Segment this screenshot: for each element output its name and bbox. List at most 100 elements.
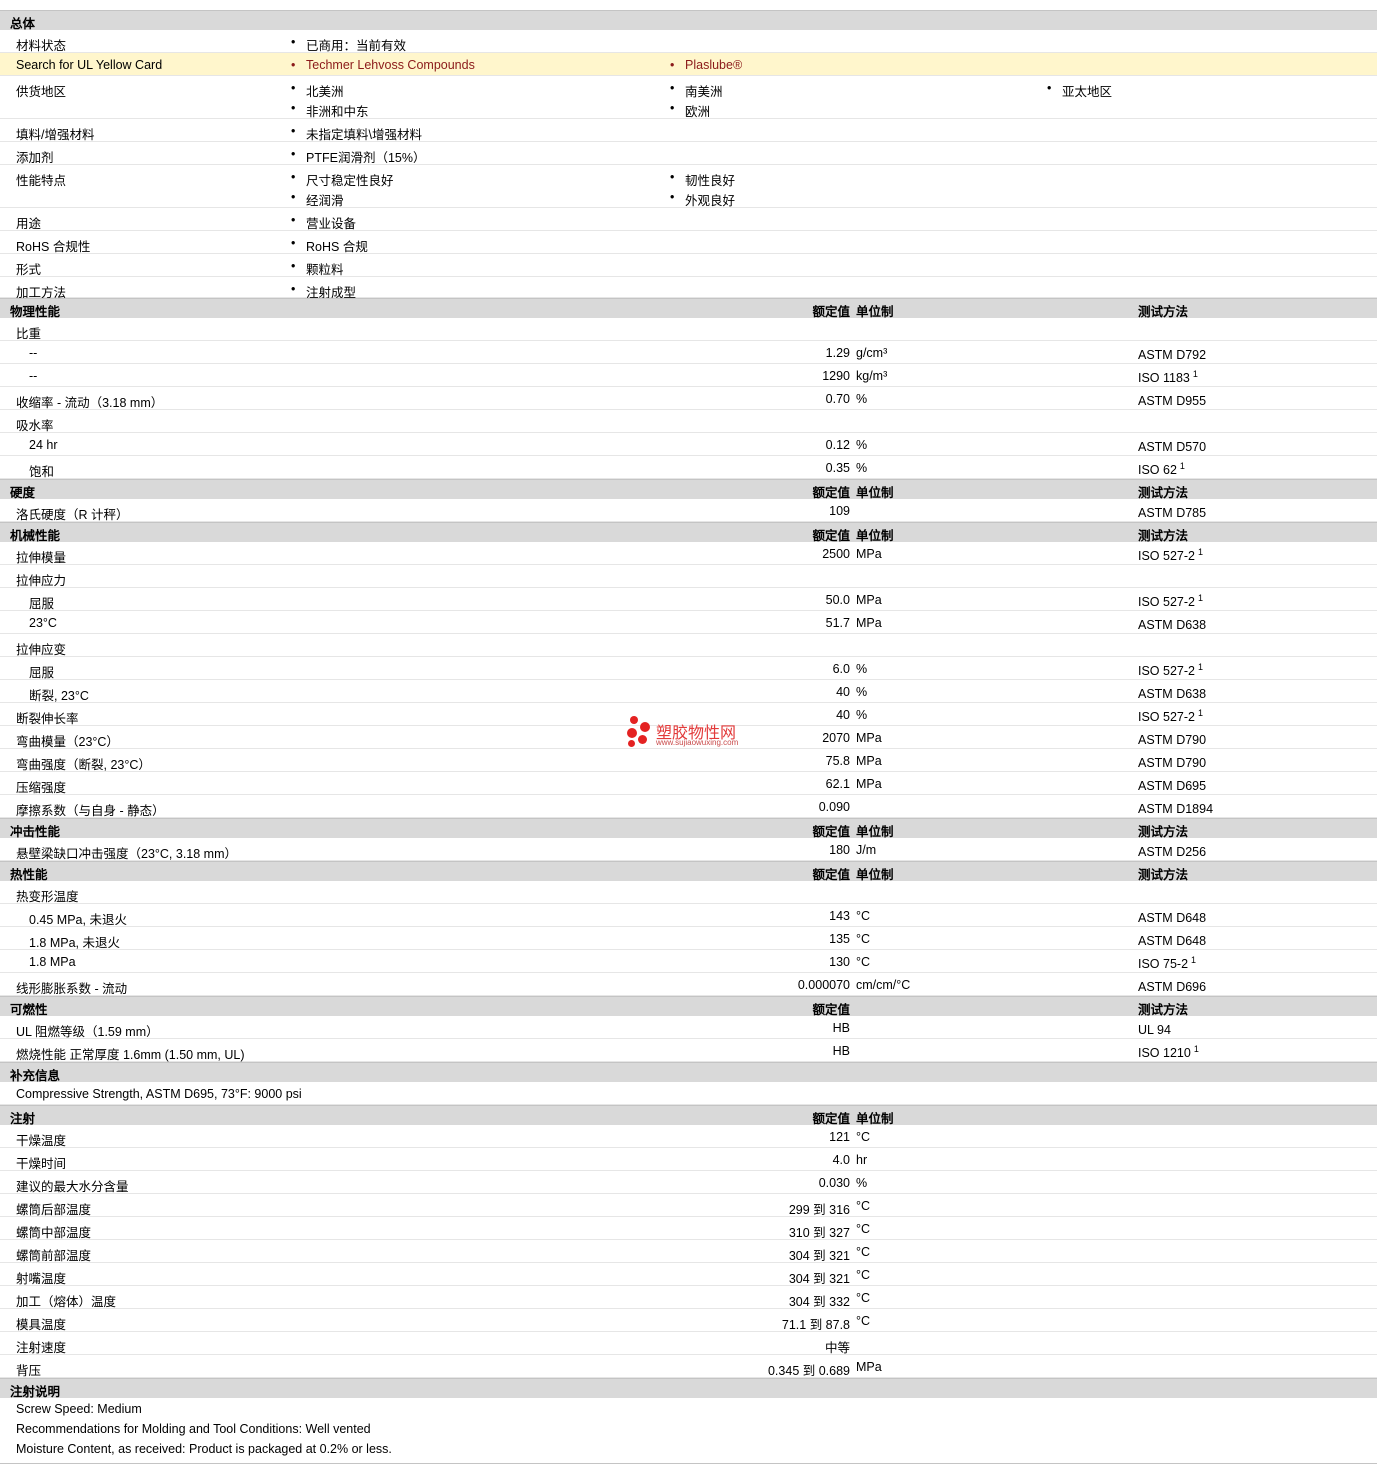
prop-label: 热变形温度: [16, 890, 79, 904]
test-method-text: ASTM D570: [1138, 440, 1207, 455]
general-status-row: 材料状态 已商用：当前有效: [0, 30, 1377, 53]
test-method-text: ISO 62: [1138, 463, 1177, 478]
prop-item: 已商用：当前有效: [291, 35, 406, 54]
prop-value: HB: [832, 1021, 850, 1035]
ul-supplier-link[interactable]: Techmer Lehvoss Compounds: [291, 58, 475, 72]
general-region-row: 供货地区 北美洲 南美洲 亚太地区 非洲和中东 欧洲: [0, 76, 1377, 119]
prop-value: 299 到 316: [788, 1203, 850, 1217]
impact-rows: 悬壁梁缺口冲击强度（23°C, 3.18 mm） 180 J/m ASTM D256: [0, 838, 1377, 861]
injection-row: 加工（熔体）温度 304 到 332 °C: [0, 1286, 1377, 1309]
prop-item: 未指定填料\增强材料: [291, 124, 422, 143]
prop-label: 压缩强度: [16, 781, 67, 795]
prop-item: PTFE润滑剂（15%）: [291, 147, 425, 166]
mechanical-row: 摩擦系数（与自身 - 静态） 0.090 ASTM D1894: [0, 795, 1377, 818]
hardness-rows: 洛氏硬度（R 计秤） 109 ASTM D785: [0, 499, 1377, 522]
injection-row: 螺筒后部温度 299 到 316 °C: [0, 1194, 1377, 1217]
prop-item: 颗粒料: [291, 259, 344, 278]
test-method-text: ASTM D638: [1138, 687, 1207, 702]
prop-value: 310 到 327: [788, 1226, 850, 1240]
general-rohs-row: RoHS 合规性 RoHS 合规: [0, 231, 1377, 254]
test-method-text: UL 94: [1138, 1023, 1171, 1038]
test-method-text: ASTM D696: [1138, 980, 1207, 995]
general-additive-row: 添加剂 PTFE润滑剂（15%）: [0, 142, 1377, 165]
prop-label: 供货地区: [16, 85, 67, 99]
physical-row: 24 hr 0.12% ASTM D570: [0, 433, 1377, 456]
prop-value: 304 到 321: [788, 1272, 850, 1286]
physical-row: -- 1.29 g/cm³ ASTM D792: [0, 341, 1377, 364]
prop-test-method: ASTM D790: [1138, 731, 1209, 747]
thermal-rows: 热变形温度 0.45 MPa, 未退火 143 °C ASTM D648 1.8 MPa,…: [0, 881, 1377, 996]
prop-label: 用途: [16, 217, 42, 231]
prop-label: 洛氏硬度（R 计秤）: [16, 508, 129, 522]
prop-test-method: ASTM D790: [1138, 754, 1209, 770]
prop-unit: MPa: [856, 547, 882, 561]
prop-label: 饱和: [29, 465, 55, 479]
physical-row: -- 1290 kg/m³ ISO 1183 1: [0, 364, 1377, 387]
prop-unit: MPa: [856, 616, 882, 630]
footnote-marker: 1: [1191, 955, 1197, 965]
prop-label: 填料/增强材料: [16, 128, 95, 142]
prop-test-method: ASTM D648: [1138, 932, 1209, 948]
prop-label: 燃烧性能 正常厚度 1.6mm (1.50 mm, UL): [16, 1048, 245, 1062]
prop-label: 1.8 MPa: [29, 955, 76, 969]
prop-test-method: [1138, 639, 1141, 655]
prop-unit: kg/m³: [856, 369, 888, 383]
prop-test-method: ISO 75-2 1: [1138, 955, 1196, 971]
prop-test-method: ISO 527-2 1: [1138, 547, 1203, 563]
prop-test-method: ASTM D785: [1138, 504, 1209, 520]
prop-item: 营业设备: [291, 213, 356, 232]
test-method-text: ASTM D785: [1138, 506, 1207, 521]
prop-test-method: ASTM D696: [1138, 978, 1209, 994]
injection-row: 干燥温度 121 °C: [0, 1125, 1377, 1148]
ul-yellow-card-link[interactable]: Search for UL Yellow Card: [16, 58, 162, 72]
test-method-text: ISO 1210: [1138, 1046, 1191, 1061]
test-method-text: ASTM D790: [1138, 733, 1207, 748]
prop-test-method: ISO 527-2 1: [1138, 708, 1203, 724]
test-method-text: ASTM D638: [1138, 618, 1207, 633]
prop-label: 加工（熔体）温度: [16, 1295, 117, 1309]
prop-test-method: [1138, 323, 1141, 339]
prop-label: 射嘴温度: [16, 1272, 67, 1286]
prop-unit: °C: [856, 955, 871, 969]
prop-value: 4.0: [832, 1153, 850, 1167]
mechanical-row: 拉伸模量 2500 MPa ISO 527-2 1: [0, 542, 1377, 565]
physical-row: 吸水率: [0, 410, 1377, 433]
prop-value: 2070: [822, 731, 850, 745]
footnote-marker: 1: [1197, 547, 1203, 557]
note-line: Recommendations for Molding and Tool Con…: [16, 1422, 371, 1436]
prop-item: 欧洲: [670, 101, 710, 120]
footnote-marker: 1: [1179, 461, 1185, 471]
prop-label: 弯曲强度（断裂, 23°C）: [16, 758, 151, 772]
prop-test-method: ASTM D792: [1138, 346, 1209, 362]
prop-value: 143: [829, 909, 850, 923]
prop-label: 线形膨胀系数 - 流动: [16, 982, 128, 996]
injection-row: 注射速度 中等: [0, 1332, 1377, 1355]
prop-label: 螺筒前部温度: [16, 1249, 92, 1263]
prop-label: 拉伸应力: [16, 574, 67, 588]
general-method-row: 加工方法 注射成型: [0, 277, 1377, 300]
prop-label: 吸水率: [16, 419, 54, 433]
ul-brand-link[interactable]: Plaslube®: [670, 58, 742, 72]
prop-item: 北美洲: [291, 81, 344, 100]
prop-unit: °C: [856, 1245, 871, 1259]
section-hardness-header: 硬度 额定值 单位制 测试方法: [0, 479, 1377, 500]
prop-unit: °C: [856, 1199, 871, 1213]
test-method-text: ISO 527-2: [1138, 710, 1195, 725]
test-method-text: ASTM D955: [1138, 394, 1207, 409]
prop-test-method: ASTM D695: [1138, 777, 1209, 793]
prop-value: 0.000070: [797, 978, 850, 992]
prop-test-method: ASTM D638: [1138, 685, 1209, 701]
section-injection-notes-header: 注射说明: [0, 1378, 1377, 1399]
prop-value: 71.1 到 87.8: [781, 1318, 850, 1332]
injection-row: 螺筒中部温度 310 到 327 °C: [0, 1217, 1377, 1240]
prop-value: 62.1: [825, 777, 850, 791]
prop-unit: MPa: [856, 593, 882, 607]
prop-value: 304 到 321: [788, 1249, 850, 1263]
mechanical-rows: 拉伸模量 2500 MPa ISO 527-2 1 拉伸应力 屈服 50.0 MPa ISO 52…: [0, 542, 1377, 818]
prop-label: 23°C: [29, 616, 57, 630]
mechanical-row: 23°C 51.7 MPa ASTM D638: [0, 611, 1377, 634]
section-physical-header: 物理性能 额定值 单位制 测试方法: [0, 298, 1377, 319]
prop-test-method: [1138, 886, 1141, 902]
prop-value: 0.35: [825, 461, 850, 475]
prop-value: 0.090: [818, 800, 850, 814]
